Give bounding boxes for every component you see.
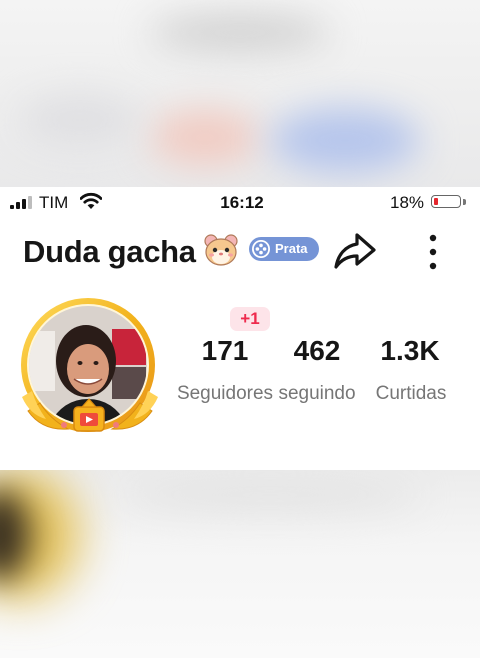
status-bar: TIM 16:12 18% [0, 187, 480, 217]
battery-level-fill [434, 198, 438, 205]
following-count[interactable]: 462 [280, 335, 354, 367]
blurred-background-top [0, 0, 480, 187]
likes-count[interactable]: 1.3K [370, 335, 450, 367]
more-options-icon[interactable] [420, 233, 446, 271]
cell-signal-icon [10, 196, 36, 209]
blurred-background-bottom [0, 470, 480, 658]
new-followers-badge: +1 [230, 307, 270, 331]
carrier-name: TIM [39, 193, 69, 212]
followers-label[interactable]: Seguidores [170, 383, 280, 405]
badge-label: Prata [275, 241, 308, 256]
profile-username: Duda gacha [23, 234, 196, 269]
followers-count[interactable]: 171 [190, 335, 260, 367]
creator-level-badge[interactable]: Prata [249, 237, 319, 261]
following-label[interactable]: seguindo [270, 383, 364, 405]
battery-icon [431, 195, 461, 208]
battery-percent: 18% [390, 193, 425, 212]
hamster-icon [204, 234, 238, 266]
status-time: 16:12 [220, 193, 264, 212]
likes-label[interactable]: Curtidas [366, 383, 456, 405]
share-icon[interactable] [333, 231, 377, 271]
wifi-icon [80, 192, 102, 209]
avatar[interactable] [10, 291, 170, 451]
film-reel-icon [252, 240, 270, 258]
battery-tip [463, 199, 466, 205]
profile-screenshot: TIM 16:12 18% Duda gacha Prata +1 171 46… [0, 187, 480, 470]
